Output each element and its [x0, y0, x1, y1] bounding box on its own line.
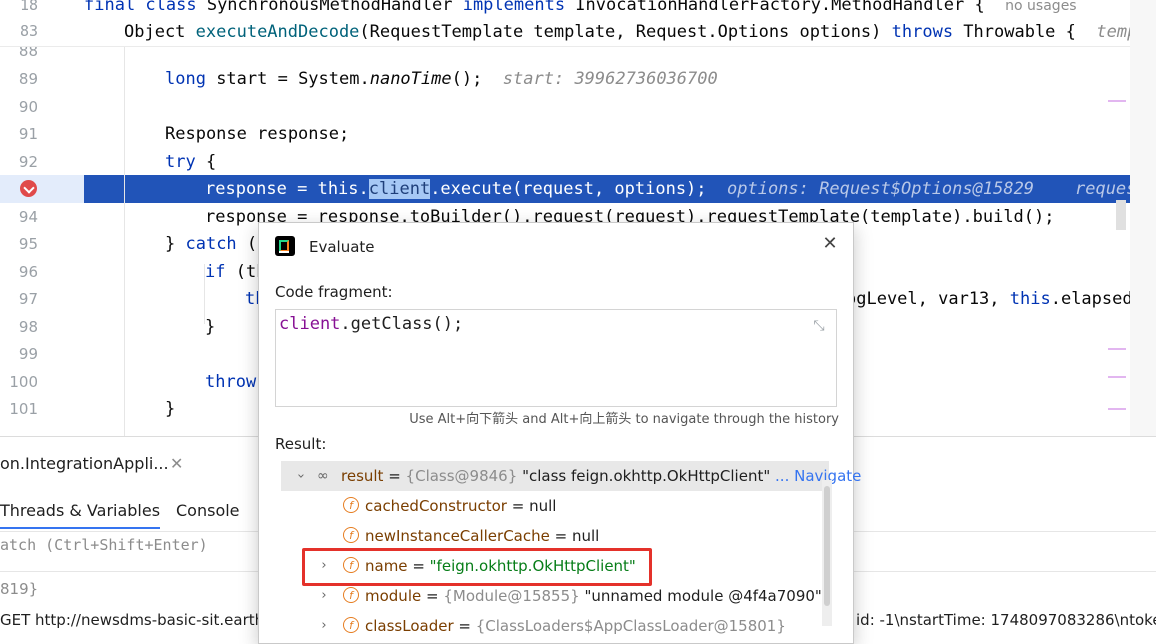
code-fragment-label: Code fragment: [275, 283, 393, 301]
tree-value: null [529, 497, 557, 515]
tree-ref: {Module@15855} [443, 587, 580, 605]
line-number: 95 [18, 235, 38, 253]
line-number: 97 [18, 290, 38, 308]
scrollbar-marker [1108, 100, 1126, 102]
tab-threads-variables[interactable]: Threads & Variables [0, 501, 160, 520]
sticky-line: final class SynchronousMethodHandler imp… [84, 0, 1077, 15]
annotation-highlight-box [302, 548, 652, 586]
tree-row-field[interactable]: › f classLoader = {ClassLoaders$AppClass… [281, 611, 829, 641]
sticky-line: Object executeAndDecode(RequestTemplate … [124, 22, 1148, 42]
collapse-icon[interactable]: ⤡ [810, 318, 828, 336]
scrollbar-marker [1108, 408, 1126, 410]
code-variable: client [279, 314, 341, 334]
chevron-down-icon[interactable]: › [285, 469, 315, 483]
line-number: 101 [9, 400, 38, 418]
active-tab-indicator [0, 527, 160, 529]
indent-guide [124, 46, 125, 436]
line-number: 89 [18, 70, 38, 88]
result-label: Result: [275, 435, 327, 453]
code-line: try { [165, 152, 217, 172]
line-number: 96 [18, 263, 38, 281]
run-config-tab[interactable]: on.IntegrationAppli... [0, 454, 169, 473]
result-scrollbar[interactable] [822, 480, 832, 626]
code-line: Response response; [165, 124, 350, 144]
usages-hint: no usages [1005, 0, 1077, 14]
dialog-title: Evaluate [309, 238, 375, 256]
close-icon[interactable]: ✕ [170, 454, 183, 473]
tree-ref: {Class@9846} [405, 467, 518, 485]
tree-name: newInstanceCallerCache [365, 527, 550, 545]
variable-row[interactable]: 819} [0, 580, 38, 598]
line-number: 18 [19, 0, 38, 14]
history-hint: Use Alt+向下箭头 and Alt+向上箭头 to navigate th… [409, 412, 839, 427]
watch-expression-input[interactable]: atch (Ctrl+Shift+Enter) [0, 536, 208, 554]
chevron-right-icon[interactable]: › [317, 611, 331, 641]
current-line-gutter [0, 175, 84, 203]
field-icon: f [343, 617, 359, 633]
navigate-link[interactable]: ... Navigate [775, 467, 861, 485]
tab-console[interactable]: Console [176, 501, 240, 520]
tree-value: "class feign.okhttp.OkHttpClient" [522, 467, 771, 485]
inline-value: options: Request$Options@15829 request [727, 179, 1147, 199]
code-line-tail: ogLevel, var13, this.elapsedT [846, 289, 1143, 309]
tree-value: null [571, 527, 600, 545]
code-line-current: response = this.client.execute(request, … [205, 179, 1147, 199]
inline-value: start: 39962736036700 [502, 69, 718, 89]
sticky-lines-header: final class SynchronousMethodHandler imp… [0, 0, 1148, 47]
line-number: 98 [18, 318, 38, 336]
editor-right-strip [1130, 0, 1156, 436]
line-number: 83 [19, 22, 38, 40]
variable-row-value: id: -1\nstartTime: 1748097083286\ntoken [856, 611, 1156, 629]
watch-glasses-icon: ∞ [317, 468, 329, 484]
tree-name: result [341, 467, 384, 485]
editor-scrollbar[interactable] [1116, 200, 1126, 230]
line-number: 91 [18, 125, 38, 143]
field-icon: f [343, 587, 359, 603]
field-icon: f [343, 527, 359, 543]
code-method: .getClass(); [340, 314, 464, 334]
scrollbar-marker [1108, 348, 1126, 350]
close-icon[interactable]: ✕ [819, 233, 841, 255]
line-number: 99 [18, 345, 38, 363]
scrollbar-thumb[interactable] [824, 486, 830, 606]
code-fragment-input[interactable]: client.getClass(); ⤡ [275, 309, 837, 407]
field-icon: f [343, 497, 359, 513]
breakpoint-icon[interactable] [20, 180, 37, 197]
variable-row[interactable]: GET http://newsdms-basic-sit.earth. [0, 611, 269, 629]
tree-name: cachedConstructor [365, 497, 507, 515]
scrollbar-marker [1108, 376, 1126, 378]
line-number: 100 [9, 373, 38, 391]
line-number: 92 [18, 153, 38, 171]
editor-gutter: 18 83 88 89 90 91 92 94 95 96 97 98 99 1… [0, 0, 84, 436]
code-line: long start = System.nanoTime(); start: 3… [165, 69, 718, 89]
tree-row-result[interactable]: › ∞ result = {Class@9846} "class feign.o… [281, 461, 861, 491]
tree-name: module [365, 587, 422, 605]
line-number: 94 [18, 208, 38, 226]
tree-name: classLoader [365, 617, 454, 635]
tree-row-field[interactable]: f cachedConstructor = null [281, 491, 829, 521]
tree-value: "unnamed module @4f4a7090" [584, 587, 822, 605]
line-number: 90 [18, 98, 38, 116]
intellij-icon [275, 236, 295, 256]
selected-token: client [368, 179, 431, 199]
tree-ref: {ClassLoaders$AppClassLoader@15801} [475, 617, 786, 635]
tree-row-field[interactable]: f newInstanceCallerCache = null [281, 521, 829, 551]
